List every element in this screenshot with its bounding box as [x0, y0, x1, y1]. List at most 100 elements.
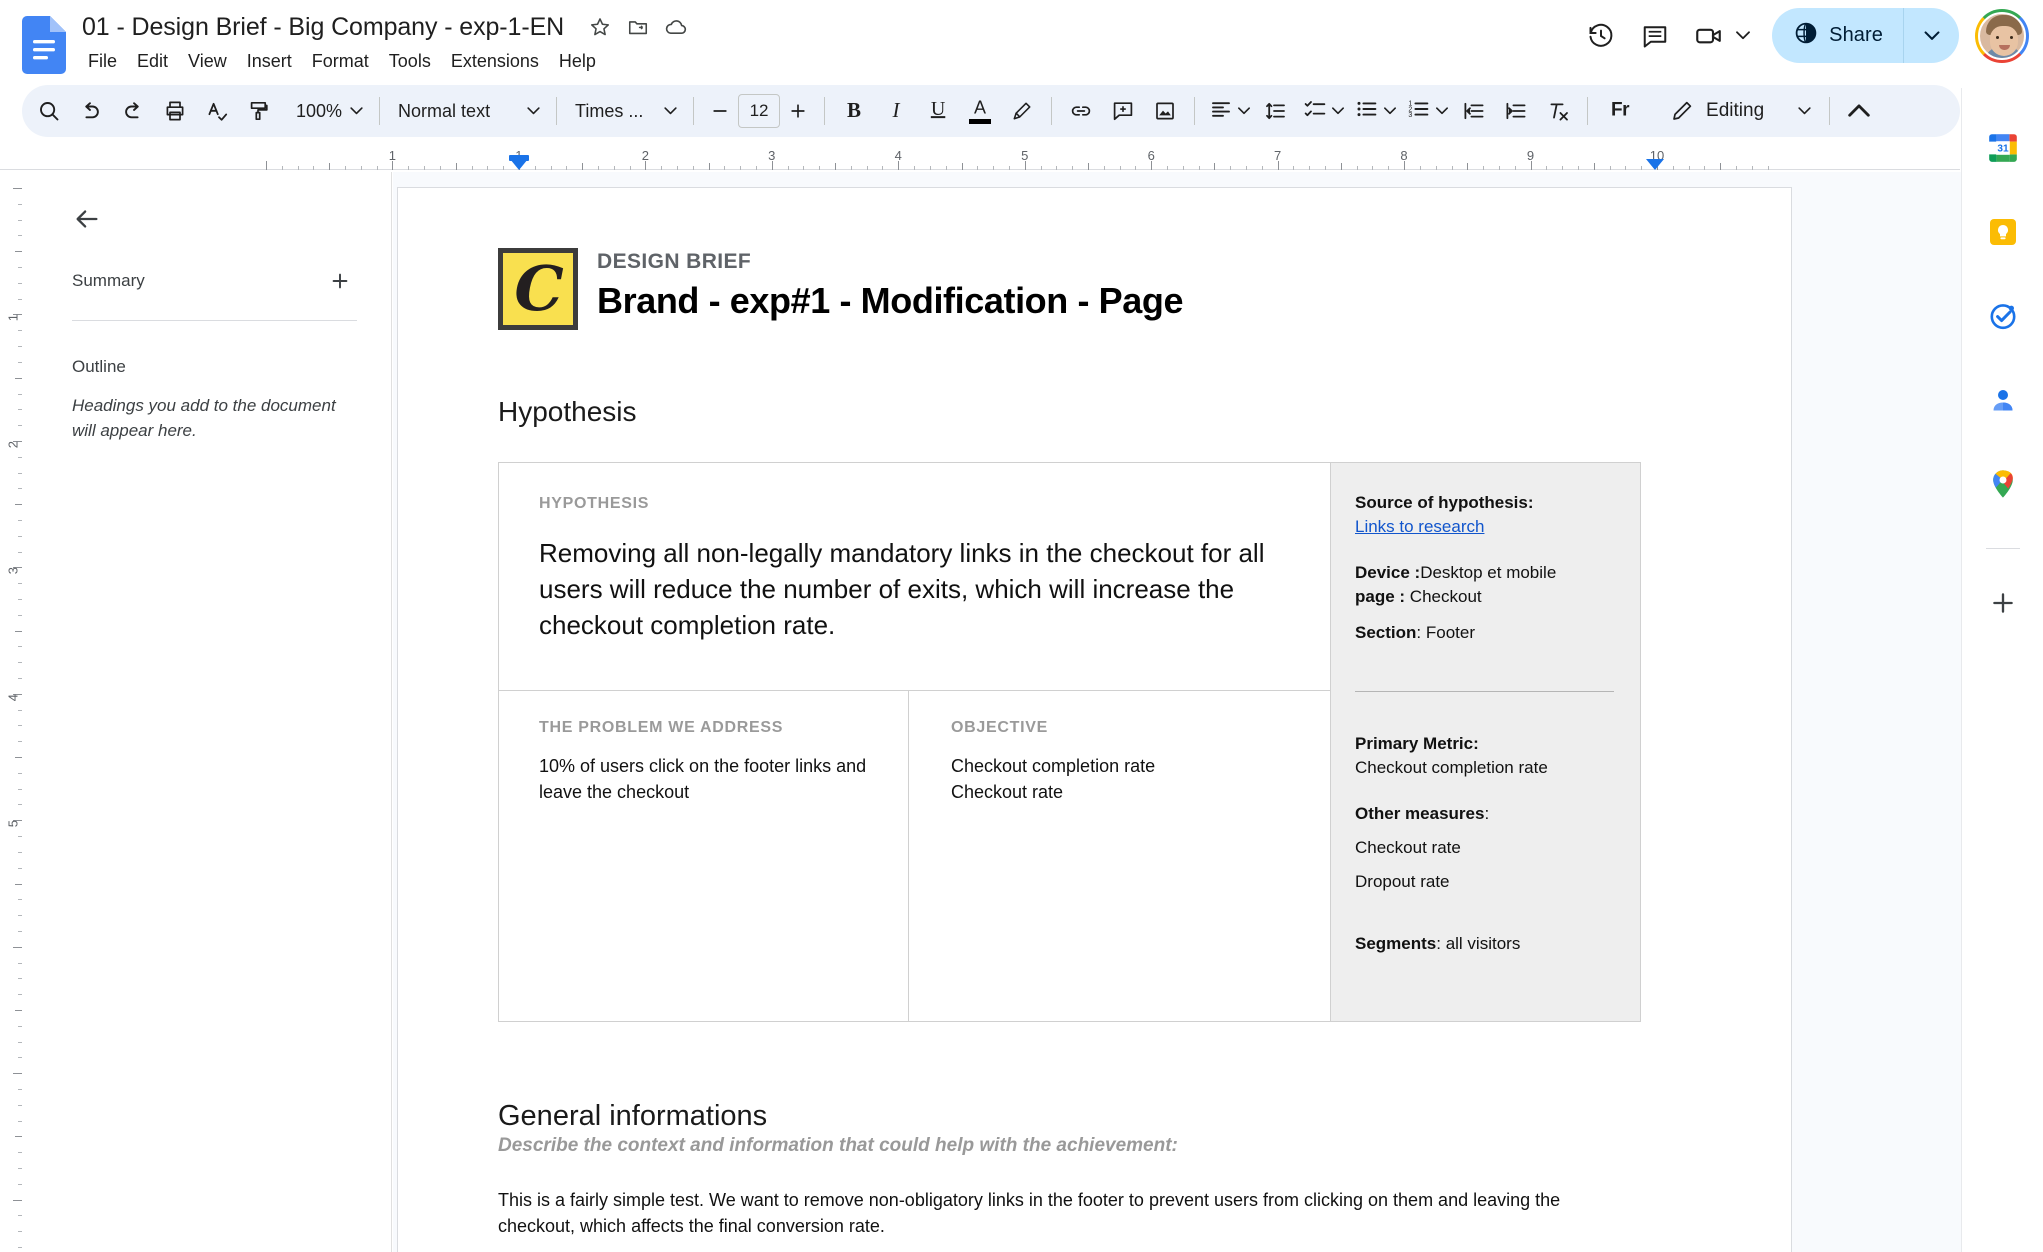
font-family-dropdown[interactable]: Times ... — [565, 90, 685, 132]
hypothesis-cell: HYPOTHESIS Removing all non-legally mand… — [499, 463, 1330, 691]
underline-icon[interactable]: U — [917, 90, 959, 132]
hypothesis-cell-label: HYPOTHESIS — [539, 495, 650, 512]
document-page[interactable]: C DESIGN BRIEF Brand - exp#1 - Modificat… — [397, 187, 1792, 1252]
objective-line-2: Checkout rate — [951, 782, 1064, 802]
document-heading-title: Brand - exp#1 - Modification - Page — [597, 280, 1184, 321]
checklist-icon — [1303, 97, 1327, 126]
decrease-indent-icon[interactable] — [1453, 90, 1495, 132]
menu-item-extensions[interactable]: Extensions — [441, 47, 549, 75]
chevron-down-icon — [1798, 107, 1811, 115]
zoom-dropdown[interactable]: 100% — [286, 90, 371, 132]
spellcheck-icon[interactable] — [196, 90, 238, 132]
vertical-ruler[interactable]: 12345 — [0, 170, 22, 1252]
other-measure-item: Dropout rate — [1355, 872, 1450, 891]
increase-indent-icon[interactable] — [1495, 90, 1537, 132]
google-calendar-icon[interactable]: 31 — [1979, 124, 2027, 172]
avatar[interactable] — [1975, 8, 2029, 63]
google-keep-icon[interactable] — [1979, 208, 2027, 256]
document-header-text: DESIGN BRIEF Brand - exp#1 - Modificatio… — [597, 246, 1183, 322]
google-contacts-icon[interactable] — [1979, 376, 2027, 424]
primary-metric-value: Checkout completion rate — [1355, 758, 1548, 777]
undo-icon[interactable] — [70, 90, 112, 132]
document-kicker: DESIGN BRIEF — [597, 250, 752, 273]
video-camera-icon[interactable] — [1682, 9, 1736, 63]
page-label: page : — [1355, 587, 1406, 606]
chevron-down-icon — [527, 107, 540, 115]
problem-cell: THE PROBLEM WE ADDRESS 10% of users clic… — [499, 691, 909, 1021]
meet-caret-icon[interactable] — [1736, 31, 1751, 40]
editing-mode-value: Editing — [1706, 100, 1765, 121]
editing-tools-icon[interactable]: Fr — [1596, 90, 1644, 132]
editing-mode-dropdown[interactable]: Editing — [1660, 90, 1821, 132]
section-heading-general: General informations — [498, 1100, 768, 1132]
horizontal-ruler[interactable]: 112345678910 — [0, 150, 1960, 170]
share-options-caret-icon[interactable] — [1903, 8, 1959, 63]
menu-item-format[interactable]: Format — [302, 47, 379, 75]
cloud-saved-icon[interactable] — [659, 10, 693, 44]
align-left-icon — [1209, 97, 1233, 126]
right-indent-marker[interactable] — [1646, 159, 1664, 170]
menu-item-view[interactable]: View — [178, 47, 237, 75]
search-icon[interactable] — [28, 90, 70, 132]
increase-font-size-button[interactable] — [780, 90, 816, 132]
other-measures-label: Other measures — [1355, 804, 1485, 823]
chevron-down-icon — [1436, 107, 1449, 115]
links-to-research-link[interactable]: Links to research — [1355, 517, 1484, 536]
svg-text:3: 3 — [1408, 112, 1412, 119]
menu-item-insert[interactable]: Insert — [237, 47, 302, 75]
collapse-menus-icon[interactable] — [1838, 90, 1880, 132]
document-title[interactable]: 01 - Design Brief - Big Company - exp-1-… — [78, 8, 568, 46]
star-icon[interactable] — [583, 10, 617, 44]
text-color-icon[interactable]: A — [959, 90, 1001, 132]
menu-item-edit[interactable]: Edit — [127, 47, 178, 75]
bulleted-list-dropdown[interactable] — [1349, 90, 1401, 132]
google-docs-logo-icon[interactable] — [22, 16, 66, 74]
summary-heading: Summary — [72, 271, 145, 290]
title-block: 01 - Design Brief - Big Company - exp-1-… — [78, 8, 693, 46]
numbered-list-dropdown[interactable]: 1 2 3 — [1401, 90, 1453, 132]
line-spacing-icon[interactable] — [1255, 90, 1297, 132]
left-indent-marker[interactable] — [510, 159, 528, 170]
google-maps-icon[interactable] — [1979, 460, 2027, 508]
section-value: : Footer — [1416, 623, 1475, 642]
other-measures-colon: : — [1484, 804, 1490, 823]
paragraph-style-dropdown[interactable]: Normal text — [388, 90, 548, 132]
google-tasks-icon[interactable] — [1979, 292, 2027, 340]
font-family-value: Times ... — [575, 100, 644, 121]
add-comment-icon[interactable] — [1102, 90, 1144, 132]
share-button-label: Share — [1829, 24, 1883, 46]
checklist-dropdown[interactable] — [1297, 90, 1349, 132]
primary-metric-label: Primary Metric: — [1355, 734, 1479, 753]
clear-formatting-icon[interactable] — [1537, 90, 1579, 132]
italic-icon[interactable]: I — [875, 90, 917, 132]
menu-item-file[interactable]: File — [78, 47, 127, 75]
version-history-icon[interactable] — [1574, 9, 1628, 63]
objective-line-1: Checkout completion rate — [951, 756, 1156, 776]
insert-image-icon[interactable] — [1144, 90, 1186, 132]
menu-item-tools[interactable]: Tools — [379, 47, 441, 75]
menu-item-help[interactable]: Help — [549, 47, 606, 75]
section-label: Section — [1355, 623, 1417, 642]
add-summary-icon[interactable] — [323, 264, 357, 298]
highlight-color-icon[interactable] — [1001, 90, 1043, 132]
print-icon[interactable] — [154, 90, 196, 132]
join-call-group[interactable] — [1682, 9, 1754, 63]
align-dropdown[interactable] — [1203, 90, 1255, 132]
font-size-input[interactable]: 12 — [738, 94, 781, 128]
add-ons-plus-icon[interactable] — [1979, 579, 2027, 627]
device-value: Desktop et mobile — [1420, 563, 1557, 582]
general-body-paragraph: This is a fairly simple test. We want to… — [498, 1190, 1561, 1236]
chevron-down-icon — [664, 107, 677, 115]
insert-link-icon[interactable] — [1060, 90, 1102, 132]
hypothesis-table: HYPOTHESIS Removing all non-legally mand… — [498, 462, 1641, 1022]
comments-icon[interactable] — [1628, 9, 1682, 63]
decrease-font-size-button[interactable] — [702, 90, 738, 132]
bold-icon[interactable]: B — [833, 90, 875, 132]
svg-text:31: 31 — [1997, 144, 2009, 155]
redo-icon[interactable] — [112, 90, 154, 132]
bulleted-list-icon — [1355, 97, 1379, 126]
close-outline-icon[interactable] — [64, 196, 110, 242]
paint-format-icon[interactable] — [238, 90, 280, 132]
share-button[interactable]: Share — [1772, 8, 1903, 63]
move-to-folder-icon[interactable] — [621, 10, 655, 44]
